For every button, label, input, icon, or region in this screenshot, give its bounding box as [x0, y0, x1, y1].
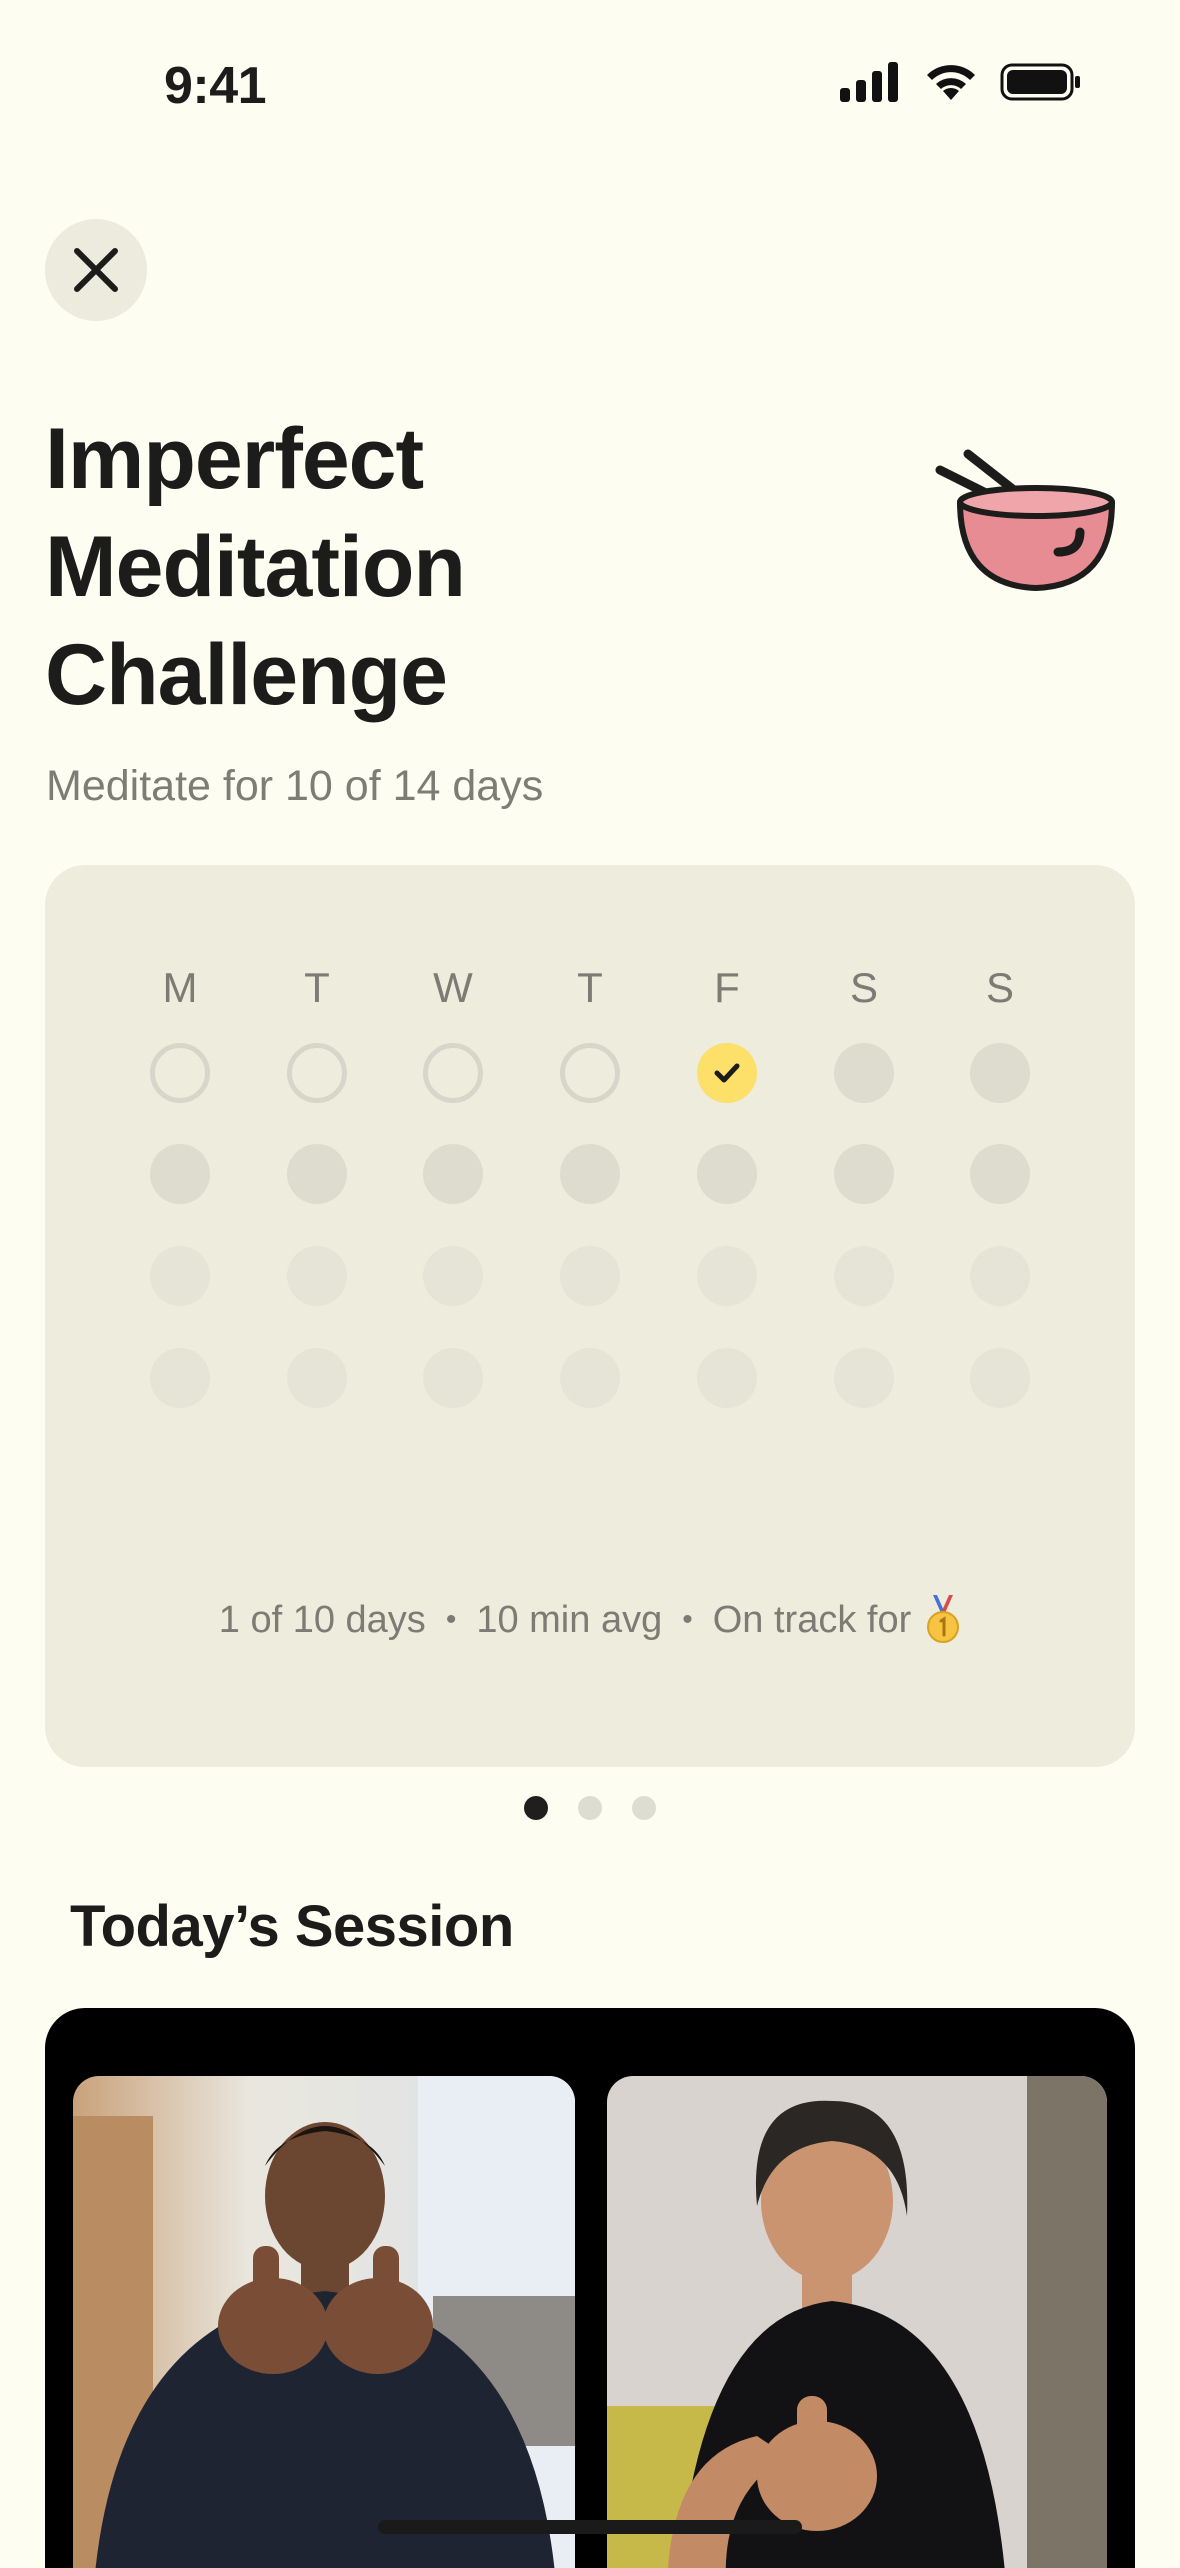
- wifi-icon: [927, 65, 975, 100]
- day-dot-upcoming: [150, 1144, 210, 1204]
- day-dot-future: [697, 1348, 757, 1408]
- day-dot-future: [560, 1348, 620, 1408]
- day-dot-future: [287, 1348, 347, 1408]
- page-dot[interactable]: [578, 1796, 602, 1820]
- noodle-bowl-icon: [935, 449, 1115, 591]
- summary-avg: 10 min avg: [476, 1598, 663, 1641]
- day-label-sun: S: [985, 964, 1014, 1011]
- home-indicator[interactable]: [378, 2520, 802, 2534]
- day-dot-future: [150, 1246, 210, 1306]
- day-dot-future: [697, 1246, 757, 1306]
- day-dot-upcoming: [560, 1144, 620, 1204]
- day-dot-missed: [560, 1043, 620, 1103]
- day-dot-future: [560, 1246, 620, 1306]
- day-dot-completed: [697, 1043, 757, 1103]
- title-line: Imperfect: [45, 411, 424, 507]
- day-label-wed: W: [433, 964, 473, 1011]
- day-dot-future: [834, 1246, 894, 1306]
- close-button[interactable]: [45, 219, 147, 321]
- participant-video-tile: [73, 2076, 575, 2568]
- day-dot-future: [423, 1348, 483, 1408]
- progress-summary: 1 of 10 days • 10 min avg • On track for: [45, 1595, 1135, 1645]
- close-icon: [74, 248, 118, 292]
- status-time: 9:41: [164, 57, 267, 115]
- day-label-sat: S: [849, 964, 878, 1011]
- participant-video-tile: [607, 2076, 1107, 2568]
- day-dot-missed: [287, 1043, 347, 1103]
- day-dot-upcoming: [287, 1144, 347, 1204]
- summary-separator: •: [445, 1603, 457, 1636]
- todays-session-heading: Today’s Session: [70, 1894, 514, 1959]
- page-dot-active[interactable]: [524, 1796, 548, 1820]
- battery-icon: [1000, 63, 1080, 101]
- summary-days: 1 of 10 days: [218, 1598, 426, 1641]
- day-dot-future: [423, 1246, 483, 1306]
- checkmark-icon: [714, 1063, 740, 1083]
- summary-separator: •: [682, 1603, 693, 1636]
- day-dot-future: [150, 1348, 210, 1408]
- day-label-fri: F: [714, 964, 740, 1011]
- challenge-subtitle: Meditate for 10 of 14 days: [46, 762, 544, 810]
- day-dot-upcoming: [970, 1144, 1030, 1204]
- day-dot-future: [287, 1246, 347, 1306]
- day-dot-future: [970, 1348, 1030, 1408]
- status-bar: 9:41: [0, 0, 1180, 175]
- day-dot-upcoming: [697, 1144, 757, 1204]
- day-label-thu: T: [577, 964, 603, 1011]
- day-dot-future: [970, 1246, 1030, 1306]
- day-label-mon: M: [162, 964, 198, 1011]
- day-dot-upcoming: [423, 1144, 483, 1204]
- cellular-signal-icon: [840, 62, 898, 102]
- status-icons: [840, 62, 1082, 102]
- title-line: Meditation: [45, 519, 466, 615]
- summary-track: On track for: [712, 1598, 912, 1641]
- page-title: Imperfect Meditation Challenge: [45, 405, 845, 729]
- day-dot-future: [834, 1348, 894, 1408]
- gold-medal-icon: [927, 1595, 960, 1643]
- day-dot-upcoming: [834, 1144, 894, 1204]
- participant-woman-thumbs-up-image: [607, 2076, 1107, 2568]
- day-label-tue: T: [304, 964, 330, 1011]
- session-video-card[interactable]: [45, 2008, 1135, 2568]
- day-dot-upcoming: [970, 1043, 1030, 1103]
- day-dot-missed: [150, 1043, 210, 1103]
- page-dot[interactable]: [632, 1796, 656, 1820]
- day-dot-missed: [423, 1043, 483, 1103]
- page-indicator[interactable]: [0, 1796, 1180, 1820]
- day-dot-upcoming: [834, 1043, 894, 1103]
- title-line: Challenge: [45, 627, 448, 723]
- participant-man-thumbs-up-image: [73, 2076, 575, 2568]
